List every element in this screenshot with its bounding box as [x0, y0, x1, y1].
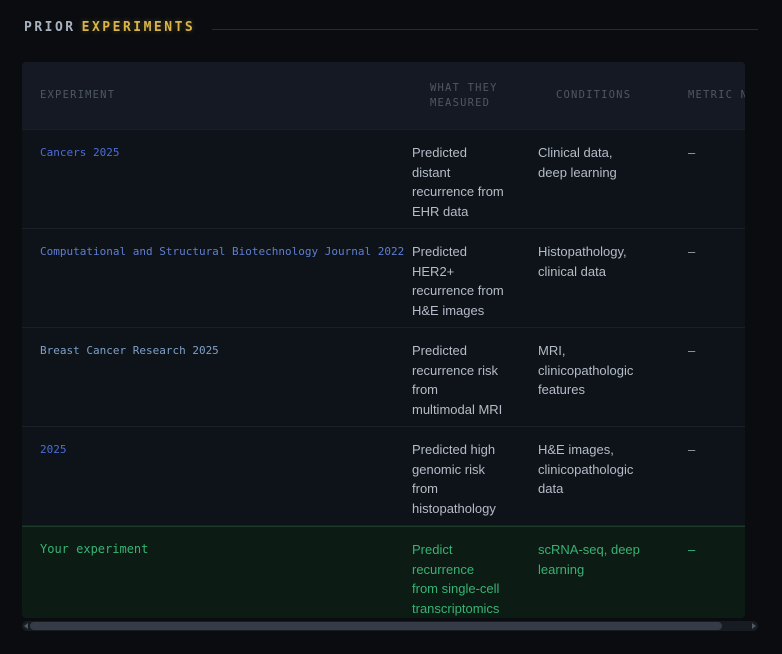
scrollbar-left-arrow-icon[interactable] — [24, 623, 28, 629]
column-header-what-they-measured: WHAT THEY MEASURED — [412, 81, 538, 111]
table-row-your-experiment: Your experiment Predict recurrence from … — [22, 526, 745, 618]
column-header-experiment: EXPERIMENT — [22, 88, 412, 103]
conditions-cell: Histopathology, clinical data — [538, 229, 670, 327]
conditions-cell: scRNA-seq, deep learning — [538, 527, 670, 618]
measured-cell: Predicted distant recurrence from EHR da… — [412, 130, 538, 228]
horizontal-scrollbar-track[interactable] — [22, 621, 758, 631]
metric-cell: – — [670, 130, 745, 228]
metric-cell: – — [670, 229, 745, 327]
your-experiment-label: Your experiment — [22, 527, 412, 618]
conditions-cell: H&E images, clinicopathologic data — [538, 427, 670, 525]
scrollbar-right-arrow-icon[interactable] — [752, 623, 756, 629]
column-header-conditions: CONDITIONS — [538, 88, 670, 103]
page-title-prefix: PRIOR — [24, 20, 76, 35]
measured-cell: Predict recurrence from single-cell tran… — [412, 527, 538, 618]
measured-cell: Predicted recurrence risk from multimoda… — [412, 328, 538, 426]
prior-experiments-table[interactable]: EXPERIMENT WHAT THEY MEASURED CONDITIONS… — [22, 62, 745, 618]
experiment-link[interactable]: 2025 — [22, 427, 412, 525]
metric-cell: – — [670, 328, 745, 426]
measured-cell: Predicted HER2+ recurrence from H&E imag… — [412, 229, 538, 327]
metric-cell: – — [670, 427, 745, 525]
experiment-link[interactable]: Cancers 2025 — [22, 130, 412, 228]
conditions-cell: Clinical data, deep learning — [538, 130, 670, 228]
experiment-link[interactable]: Breast Cancer Research 2025 — [22, 328, 412, 426]
conditions-cell: MRI, clinicopathologic features — [538, 328, 670, 426]
table-row: Breast Cancer Research 2025 Predicted re… — [22, 328, 745, 427]
table-row: Cancers 2025 Predicted distant recurrenc… — [22, 130, 745, 229]
metric-cell: – — [670, 527, 745, 618]
horizontal-scrollbar-thumb[interactable] — [30, 622, 722, 630]
experiment-link[interactable]: Computational and Structural Biotechnolo… — [22, 229, 412, 327]
table-row: 2025 Predicted high genomic risk from hi… — [22, 427, 745, 526]
column-header-metric-name: METRIC NA — [670, 88, 745, 103]
page-title-emphasis: EXPERIMENTS — [82, 20, 196, 35]
table-row: Computational and Structural Biotechnolo… — [22, 229, 745, 328]
page-title: PRIOR EXPERIMENTS — [24, 20, 195, 35]
table-header-row: EXPERIMENT WHAT THEY MEASURED CONDITIONS… — [22, 62, 745, 130]
title-divider-line — [212, 29, 758, 30]
measured-cell: Predicted high genomic risk from histopa… — [412, 427, 538, 525]
